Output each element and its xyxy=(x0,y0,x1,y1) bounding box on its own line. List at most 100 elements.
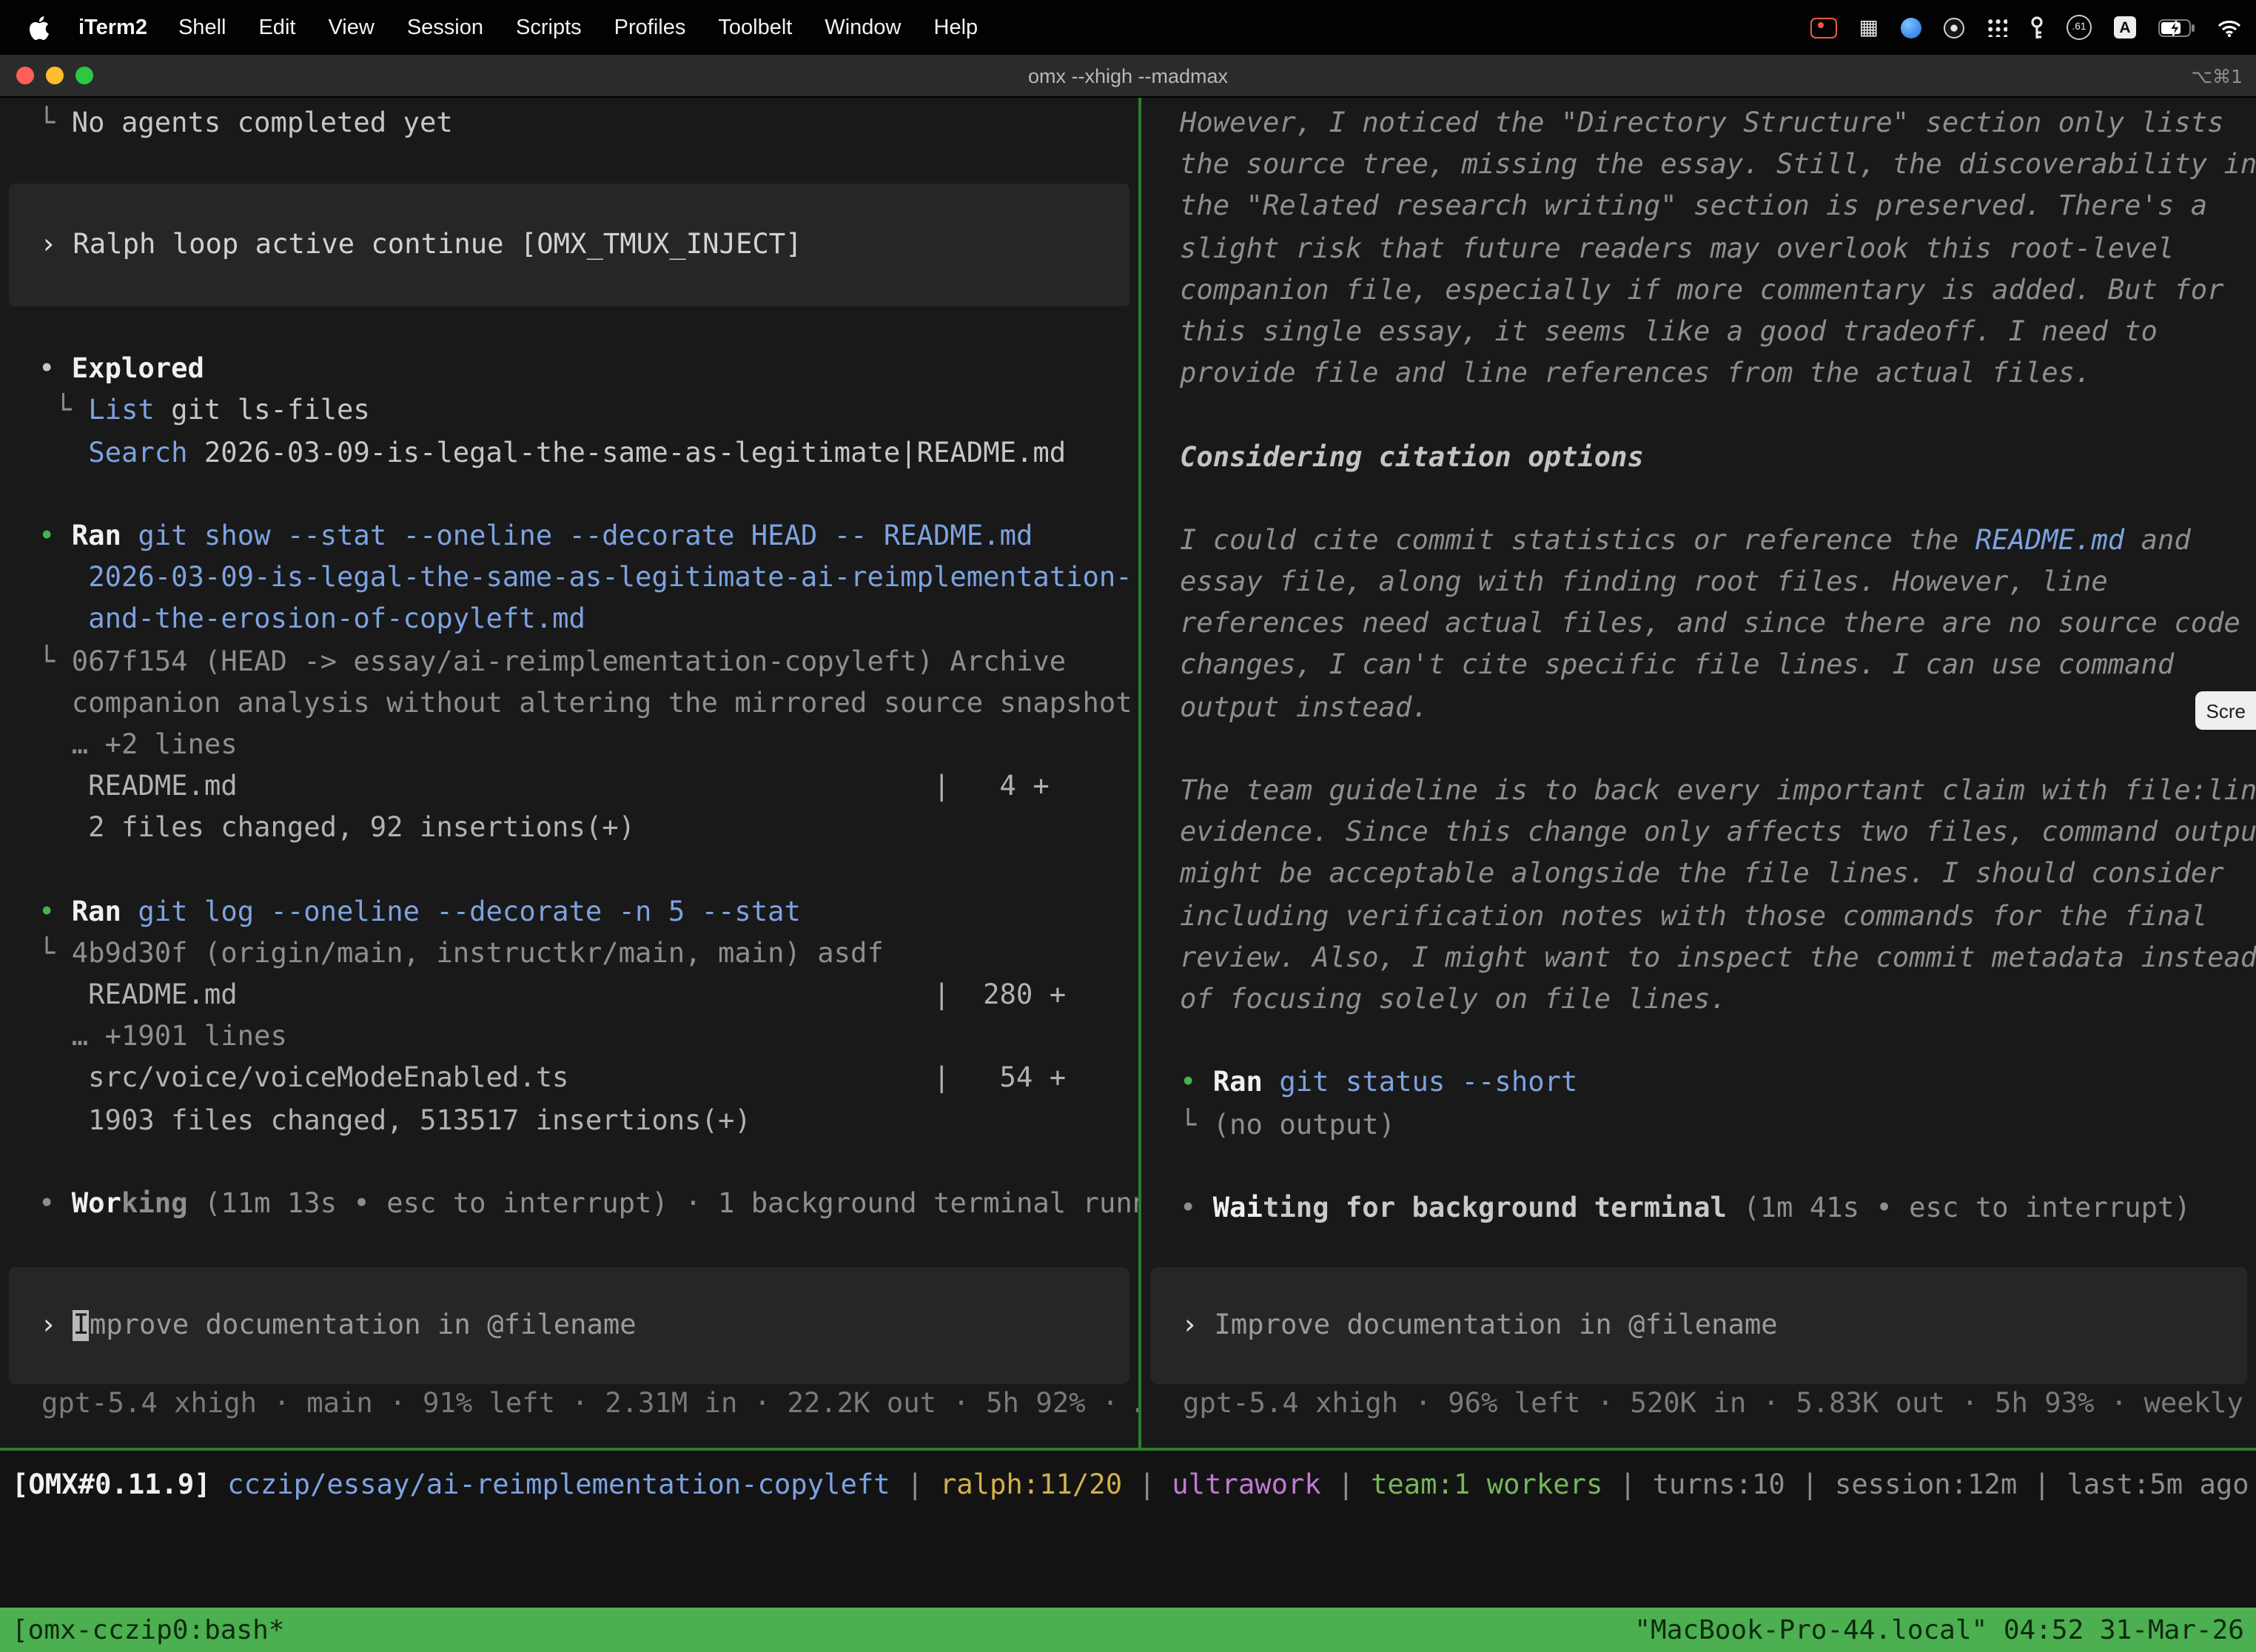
menu-item-toolbelt[interactable]: Toolbelt xyxy=(702,16,808,39)
menu-item-shell[interactable]: Shell xyxy=(162,16,243,39)
terminal-line: Considering citation options xyxy=(1180,437,2256,479)
inject-prompt-chevron: › xyxy=(40,229,56,261)
terminal-line: README.md | 4 + xyxy=(38,767,1138,808)
terminal-line: provide file and line references from th… xyxy=(1180,354,2256,395)
terminal-line: companion file, especially if more comme… xyxy=(1180,271,2256,312)
terminal-line xyxy=(1180,396,2256,437)
left-pane[interactable]: └ No agents completed yet › Ralph loop ac… xyxy=(0,98,1138,1448)
left-transcript: • Explored └ List git ls-files Search 20… xyxy=(38,349,1138,1226)
terminal-line: … +1901 lines xyxy=(38,1017,1138,1058)
menu-item-help[interactable]: Help xyxy=(918,16,995,39)
terminal-line xyxy=(1180,479,2256,520)
inject-banner: › Ralph loop active continue [OMX_TMUX_IN… xyxy=(9,184,1129,306)
right-pane[interactable]: However, I noticed the "Directory Struct… xyxy=(1141,98,2256,1448)
terminal-line: slight risk that future readers may over… xyxy=(1180,229,2256,270)
wifi-icon[interactable] xyxy=(2218,19,2241,36)
terminal-line: I could cite commit statistics or refere… xyxy=(1180,521,2256,563)
right-transcript: However, I noticed the "Directory Struct… xyxy=(1180,104,2256,1230)
right-prompt-input[interactable]: › Improve documentation in @filename xyxy=(1150,1267,2247,1384)
load-gauge[interactable]: .61 xyxy=(2067,15,2092,40)
menu-item-session[interactable]: Session xyxy=(391,16,500,39)
menu-bar: iTerm2 ShellEditViewSessionScriptsProfil… xyxy=(0,0,2256,55)
terminal-line: references need actual files, and since … xyxy=(1180,605,2256,646)
terminal-line: • Working (11m 13s • esc to interrupt) ·… xyxy=(38,1184,1138,1226)
terminal-line xyxy=(1180,1021,2256,1063)
screen: iTerm2 ShellEditViewSessionScriptsProfil… xyxy=(0,0,2256,1652)
tmux-host-clock: "MacBook-Pro-44.local" 04:52 31-Mar-26 xyxy=(1634,1614,2244,1645)
screen-recording-indicator-icon[interactable] xyxy=(1810,17,1837,38)
inject-banner-text: Ralph loop active continue [OMX_TMUX_INJ… xyxy=(73,229,802,261)
window-grid-icon[interactable]: ▦ xyxy=(1859,17,1879,38)
terminal-line: changes, I can't cite specific file line… xyxy=(1180,646,2256,688)
record-dot-icon[interactable] xyxy=(1944,17,1964,38)
menu-items: ShellEditViewSessionScriptsProfilesToolb… xyxy=(162,16,994,39)
status-zone: [OMX#0.11.9] cczip/essay/ai-reimplementa… xyxy=(0,1451,2256,1652)
menu-app-name[interactable]: iTerm2 xyxy=(64,16,162,39)
terminal-line: essay file, along with finding root file… xyxy=(1180,563,2256,604)
terminal-line xyxy=(38,850,1138,892)
key-icon[interactable] xyxy=(2030,16,2044,39)
terminal-line: • Ran git show --stat --oneline --decora… xyxy=(38,517,1138,558)
prompt-chevron: › xyxy=(40,1310,56,1341)
terminal-line: └ No agents completed yet xyxy=(38,104,1138,145)
terminal-line: The team guideline is to back every impo… xyxy=(1180,771,2256,813)
apple-menu-icon[interactable] xyxy=(24,16,64,39)
zoom-button[interactable] xyxy=(75,67,93,84)
terminal-line: 2 files changed, 92 insertions(+) xyxy=(38,809,1138,850)
terminal-line: this single essay, it seems like a good … xyxy=(1180,312,2256,354)
left-model-status-line: gpt-5.4 xhigh · main · 91% left · 2.31M … xyxy=(41,1389,1138,1420)
close-button[interactable] xyxy=(16,67,34,84)
prompt-chevron: › xyxy=(1181,1310,1198,1341)
terminal-line: └ (no output) xyxy=(1180,1105,2256,1146)
right-model-status-line: gpt-5.4 xhigh · 96% left · 520K in · 5.8… xyxy=(1183,1389,2256,1420)
menu-item-scripts[interactable]: Scripts xyxy=(500,16,598,39)
terminal-line: might be acceptable alongside the file l… xyxy=(1180,855,2256,896)
terminal-line: 2026-03-09-is-legal-the-same-as-legitima… xyxy=(38,558,1138,600)
terminal-line: including verification notes with those … xyxy=(1180,896,2256,938)
menu-bar-status-icons: ▦ .61 A xyxy=(1810,15,2241,40)
terminal-line: of focusing solely on file lines. xyxy=(1180,980,2256,1021)
menu-item-window[interactable]: Window xyxy=(808,16,917,39)
traffic-lights xyxy=(16,55,93,96)
blue-app-icon[interactable] xyxy=(1901,17,1921,38)
tmux-status-bar: [omx-cczip0:bash* "MacBook-Pro-44.local"… xyxy=(0,1608,2256,1652)
terminal-line: However, I noticed the "Directory Struct… xyxy=(1180,104,2256,145)
input-placeholder: Improve documentation in @filename xyxy=(1214,1310,1777,1341)
terminal-line: └ List git ls-files xyxy=(38,392,1138,433)
terminal-line: output instead. xyxy=(1180,688,2256,729)
terminal-line: review. Also, I might want to inspect th… xyxy=(1180,939,2256,980)
terminal-area: └ No agents completed yet › Ralph loop ac… xyxy=(0,98,2256,1451)
iterm-window: omx --xhigh --madmax ⌥⌘1 └ No agents com… xyxy=(0,55,2256,1652)
terminal-line: the "Related research writing" section i… xyxy=(1180,187,2256,229)
terminal-line xyxy=(38,475,1138,517)
terminal-line xyxy=(38,1143,1138,1184)
window-hotkey-badge: ⌥⌘1 xyxy=(2191,64,2243,87)
title-bar[interactable]: omx --xhigh --madmax ⌥⌘1 xyxy=(0,55,2256,98)
terminal-line: • Ran git status --short xyxy=(1180,1064,2256,1105)
terminal-line: … +2 lines xyxy=(38,725,1138,767)
dots-grid-icon[interactable] xyxy=(1987,18,2007,37)
terminal-line: README.md | 280 + xyxy=(38,976,1138,1017)
menu-bar-left: iTerm2 ShellEditViewSessionScriptsProfil… xyxy=(24,16,994,39)
clipped-screen-overlay: Scre xyxy=(2196,691,2256,730)
window-title: omx --xhigh --madmax xyxy=(0,64,2256,87)
terminal-line: └ 067f154 (HEAD -> essay/ai-reimplementa… xyxy=(38,642,1138,683)
minimize-button[interactable] xyxy=(46,67,64,84)
terminal-line: evidence. Since this change only affects… xyxy=(1180,813,2256,854)
tmux-session-label: [omx-cczip0:bash* xyxy=(12,1614,284,1645)
terminal-line: src/voice/voiceModeEnabled.ts | 54 + xyxy=(38,1059,1138,1101)
menu-item-profiles[interactable]: Profiles xyxy=(598,16,702,39)
terminal-line: the source tree, missing the essay. Stil… xyxy=(1180,145,2256,187)
keyboard-input-source-icon[interactable]: A xyxy=(2114,16,2136,38)
left-pane-scrollback: └ No agents completed yet › Ralph loop ac… xyxy=(0,98,1138,1226)
terminal-line xyxy=(1180,730,2256,771)
terminal-line xyxy=(1180,1146,2256,1188)
terminal-line: • Explored xyxy=(38,349,1138,391)
menu-item-edit[interactable]: Edit xyxy=(242,16,312,39)
battery-charging-icon[interactable] xyxy=(2158,19,2195,36)
omx-status-line: [OMX#0.11.9] cczip/essay/ai-reimplementa… xyxy=(12,1470,2249,1501)
left-prompt-input[interactable]: ›Improve documentation in @filename xyxy=(9,1267,1129,1384)
menu-item-view[interactable]: View xyxy=(312,16,390,39)
terminal-line: 1903 files changed, 513517 insertions(+) xyxy=(38,1101,1138,1142)
input-placeholder: mprove documentation in @filename xyxy=(90,1310,637,1341)
